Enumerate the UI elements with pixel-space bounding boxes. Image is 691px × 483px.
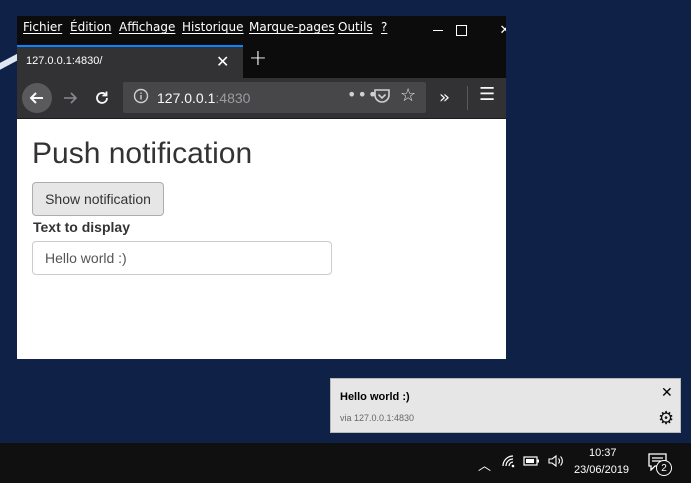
menu-fichier[interactable]: Fichier bbox=[23, 20, 62, 34]
text-to-display-input[interactable] bbox=[32, 241, 332, 275]
maximize-icon bbox=[455, 25, 467, 36]
url-port: :4830 bbox=[215, 90, 251, 106]
pocket-icon[interactable] bbox=[373, 88, 391, 108]
new-tab-icon[interactable]: + bbox=[248, 46, 268, 71]
close-icon[interactable]: ✕ bbox=[661, 384, 673, 401]
maximize-button[interactable] bbox=[438, 16, 484, 45]
taskbar: ︿ 10:37 23/06/2019 2 bbox=[0, 443, 691, 483]
menu-edition[interactable]: Édition bbox=[70, 20, 112, 34]
notification-toast[interactable]: Hello world :) via 127.0.0.1:4830 ✕ ⚙ bbox=[330, 378, 681, 433]
overflow-icon[interactable]: » bbox=[439, 87, 450, 108]
star-icon[interactable]: ☆ bbox=[400, 85, 416, 106]
menu-help[interactable]: ? bbox=[381, 20, 387, 34]
tab-close-icon[interactable]: ✕ bbox=[216, 52, 229, 71]
hamburger-menu-icon[interactable]: ☰ bbox=[479, 84, 495, 105]
battery-icon[interactable] bbox=[523, 454, 541, 472]
notification-title: Hello world :) bbox=[340, 391, 410, 403]
toolbar-separator bbox=[467, 86, 468, 110]
tab-bar: 127.0.0.1:4830/ ✕ + bbox=[17, 45, 506, 78]
close-icon: ✕ bbox=[499, 23, 506, 38]
notification-source: via 127.0.0.1:4830 bbox=[340, 413, 415, 423]
menu-marque-pages[interactable]: Marque-pages bbox=[249, 20, 335, 34]
show-notification-button[interactable]: Show notification bbox=[32, 182, 164, 216]
url-text: 127.0.0.1:4830 bbox=[157, 90, 250, 106]
notification-count-badge: 2 bbox=[656, 460, 672, 476]
menu-historique[interactable]: Historique bbox=[182, 20, 244, 34]
url-bar[interactable]: 127.0.0.1:4830 ••• ☆ bbox=[123, 82, 426, 113]
url-host: 127.0.0.1 bbox=[157, 90, 216, 106]
window-close-button[interactable]: ✕ bbox=[495, 16, 506, 45]
text-to-display-label: Text to display bbox=[33, 219, 130, 235]
tab-title: 127.0.0.1:4830/ bbox=[26, 55, 103, 67]
page-title: Push notification bbox=[32, 137, 253, 170]
gear-icon[interactable]: ⚙ bbox=[658, 408, 674, 429]
wifi-icon[interactable] bbox=[501, 454, 517, 472]
forward-arrow-icon[interactable] bbox=[55, 83, 85, 113]
clock-time[interactable]: 10:37 bbox=[589, 447, 617, 459]
browser-window: Fichier Édition Affichage Historique Mar… bbox=[17, 16, 506, 359]
menu-outils[interactable]: Outils bbox=[338, 20, 373, 34]
info-icon[interactable] bbox=[133, 88, 149, 108]
tab-active[interactable]: 127.0.0.1:4830/ ✕ bbox=[17, 45, 243, 78]
back-arrow-icon[interactable] bbox=[22, 83, 52, 113]
page-content: Push notification Show notification Text… bbox=[17, 119, 506, 359]
navigation-toolbar: 127.0.0.1:4830 ••• ☆ » ☰ bbox=[17, 78, 506, 119]
volume-icon[interactable] bbox=[547, 454, 565, 472]
reload-icon[interactable] bbox=[87, 83, 117, 113]
clock-date[interactable]: 23/06/2019 bbox=[574, 464, 629, 476]
chevron-up-icon[interactable]: ︿ bbox=[478, 455, 491, 474]
menu-bar: Fichier Édition Affichage Historique Mar… bbox=[17, 16, 506, 45]
menu-affichage[interactable]: Affichage bbox=[119, 20, 175, 34]
